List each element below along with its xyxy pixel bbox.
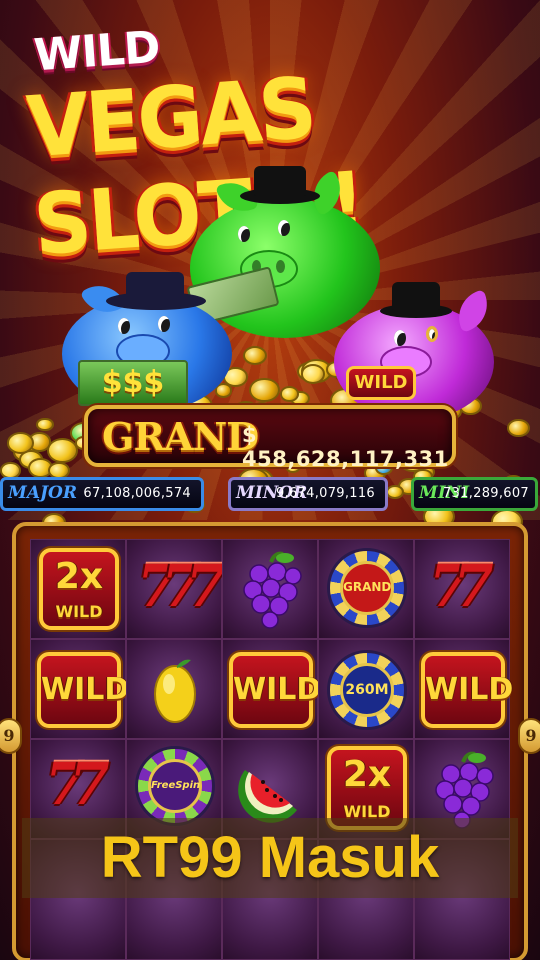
minor-value: 9,674,079,116 [275,486,375,501]
seven-symbol: 777 [131,552,216,620]
grand-chip-symbol: GRAND [327,548,407,628]
multiplier-text: 2x [54,556,104,597]
prize-chip-symbol: 260M [327,650,407,730]
wild-text: WILD [41,672,130,707]
reel-cell [222,539,318,639]
purple-pig-icon: WILD [328,282,498,422]
lemon-icon [154,659,196,723]
seven-symbol: 77 [39,750,100,818]
pig-wild-sign: WILD [354,372,408,393]
grand-jackpot-banner: GRAND $ 458,628,117,331 [84,405,456,471]
minor-jackpot: MINOR 9,674,079,116 [228,477,388,511]
coin-icon [47,438,79,464]
reel-cell: 2x WILD [30,539,126,639]
wild-text: WILD [233,672,322,707]
monocle-icon [426,326,438,342]
reel-cell: GRAND [318,539,414,639]
grand-label: GRAND [102,414,259,459]
coin-icon [249,377,280,402]
coin-icon [506,418,530,437]
coin-icon [36,417,54,432]
grapes-icon [243,551,302,629]
grand-chip-text: GRAND [343,580,392,594]
reel-cell: WILD [414,639,514,739]
wild-text: WILD [55,602,103,621]
multiplier-text: 2x [342,754,392,795]
pig-dollar-sign: $$$ [101,365,165,400]
caption-text: RT99 Masuk [100,825,440,890]
major-value: 67,108,006,574 [83,486,191,501]
wild-symbol: WILD [37,652,130,728]
mini-jackpot: MINI 731,289,607 [411,477,538,511]
wild-2x-symbol: 2x WILD [39,548,119,630]
prize-chip-text: 260M [345,682,389,698]
reel-cell: WILD [30,639,130,739]
right-payline-number: 9 [518,718,540,754]
reel-cell: 260M [318,639,414,739]
left-payline-number: 9 [0,718,22,754]
major-jackpot: MAJOR 67,108,006,574 [0,477,204,511]
major-label: MAJOR [8,483,77,503]
blue-pig-icon: $$$ [56,272,236,412]
game-screen: WILD VEGAS SLOTS ! $$$ WILD GRAND $ 458,… [0,0,540,960]
coin-icon [243,346,267,366]
wild-symbol: WILD [421,652,514,728]
mini-value: 731,289,607 [442,486,529,501]
coin-icon [386,484,405,500]
reel-cell: 777 [126,539,222,639]
reel-cell: 77 [414,539,510,639]
wild-text: WILD [425,672,514,707]
reel-cell: WILD [222,639,322,739]
reel-cell [126,639,222,739]
wild-symbol: WILD [229,652,322,728]
seven-symbol: 77 [423,552,484,620]
coin-icon [279,386,299,402]
freespin-chip-symbol: FreeSpin [135,746,215,826]
freespin-text: FreeSpin [151,780,201,791]
grand-value: $ 458,628,117,331 [242,423,449,471]
